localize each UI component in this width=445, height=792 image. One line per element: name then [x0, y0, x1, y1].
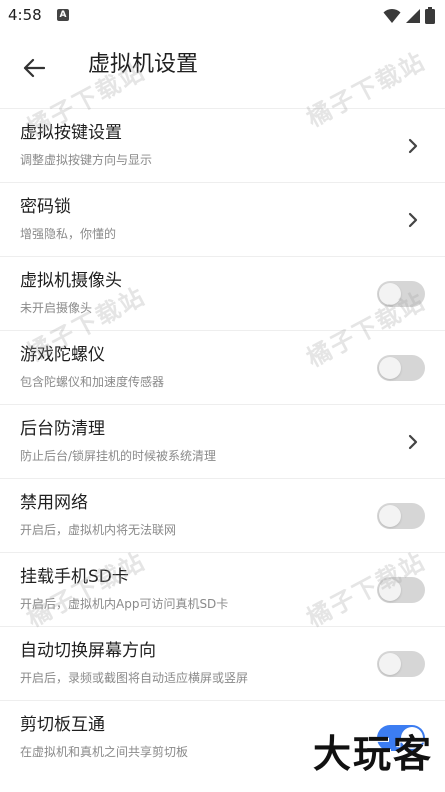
toggle-switch[interactable] [377, 355, 425, 381]
chevron-right-icon[interactable] [405, 137, 421, 155]
page-title: 虚拟机设置 [88, 52, 199, 77]
battery-icon [425, 7, 435, 24]
settings-row-subtitle: 防止后台/锁屏挂机的时候被系统清理 [20, 449, 217, 463]
settings-row[interactable]: 虚拟机摄像头未开启摄像头 [0, 256, 445, 330]
status-indicators [383, 7, 435, 24]
settings-row-subtitle: 调整虚拟按键方向与显示 [20, 153, 153, 167]
settings-row-title: 虚拟按键设置 [20, 123, 122, 143]
corner-logo: 大玩客 [312, 732, 433, 776]
settings-row[interactable]: 虚拟按键设置调整虚拟按键方向与显示 [0, 108, 445, 182]
settings-row-title: 剪切板互通 [20, 715, 105, 735]
settings-row[interactable]: 密码锁增强隐私，你懂的 [0, 182, 445, 256]
status-time: 4:58 [8, 6, 42, 24]
settings-row-title: 禁用网络 [20, 493, 88, 513]
settings-row[interactable]: 自动切换屏幕方向开启后，录频或截图将自动适应横屏或竖屏 [0, 626, 445, 700]
settings-row-title: 自动切换屏幕方向 [20, 641, 156, 661]
settings-row-subtitle: 开启后，虚拟机内App可访问真机SD卡 [20, 597, 229, 611]
notification-icon: A [57, 9, 69, 21]
settings-row[interactable]: 禁用网络开启后，虚拟机内将无法联网 [0, 478, 445, 552]
toggle-switch[interactable] [377, 577, 425, 603]
settings-row-title: 挂载手机SD卡 [20, 567, 129, 587]
settings-row-subtitle: 开启后，虚拟机内将无法联网 [20, 523, 177, 537]
toggle-switch[interactable] [377, 651, 425, 677]
settings-row-title: 密码锁 [20, 197, 71, 217]
settings-row[interactable]: 游戏陀螺仪包含陀螺仪和加速度传感器 [0, 330, 445, 404]
signal-icon [406, 8, 420, 23]
toggle-knob [379, 505, 401, 527]
chevron-right-icon[interactable] [405, 211, 421, 229]
settings-row-title: 游戏陀螺仪 [20, 345, 105, 365]
settings-row-title: 后台防清理 [20, 419, 105, 439]
toggle-knob [379, 579, 401, 601]
settings-row-subtitle: 增强隐私，你懂的 [20, 227, 117, 241]
settings-list: 虚拟按键设置调整虚拟按键方向与显示密码锁增强隐私，你懂的虚拟机摄像头未开启摄像头… [0, 108, 445, 774]
toggle-knob [379, 357, 401, 379]
status-bar: 4:58 A [0, 0, 445, 32]
toggle-switch[interactable] [377, 503, 425, 529]
back-button[interactable] [16, 50, 52, 86]
settings-row[interactable]: 后台防清理防止后台/锁屏挂机的时候被系统清理 [0, 404, 445, 478]
settings-row-subtitle: 未开启摄像头 [20, 301, 93, 315]
settings-row-subtitle: 包含陀螺仪和加速度传感器 [20, 375, 165, 389]
settings-row-subtitle: 在虚拟机和真机之间共享剪切板 [20, 745, 189, 759]
chevron-right-icon[interactable] [405, 433, 421, 451]
settings-row-subtitle: 开启后，录频或截图将自动适应横屏或竖屏 [20, 671, 249, 685]
back-arrow-icon [23, 58, 45, 78]
settings-row[interactable]: 挂载手机SD卡开启后，虚拟机内App可访问真机SD卡 [0, 552, 445, 626]
toggle-knob [379, 653, 401, 675]
toggle-knob [379, 283, 401, 305]
wifi-icon [383, 8, 401, 23]
settings-row-title: 虚拟机摄像头 [20, 271, 122, 291]
toggle-switch[interactable] [377, 281, 425, 307]
app-bar: 虚拟机设置 [0, 32, 445, 104]
